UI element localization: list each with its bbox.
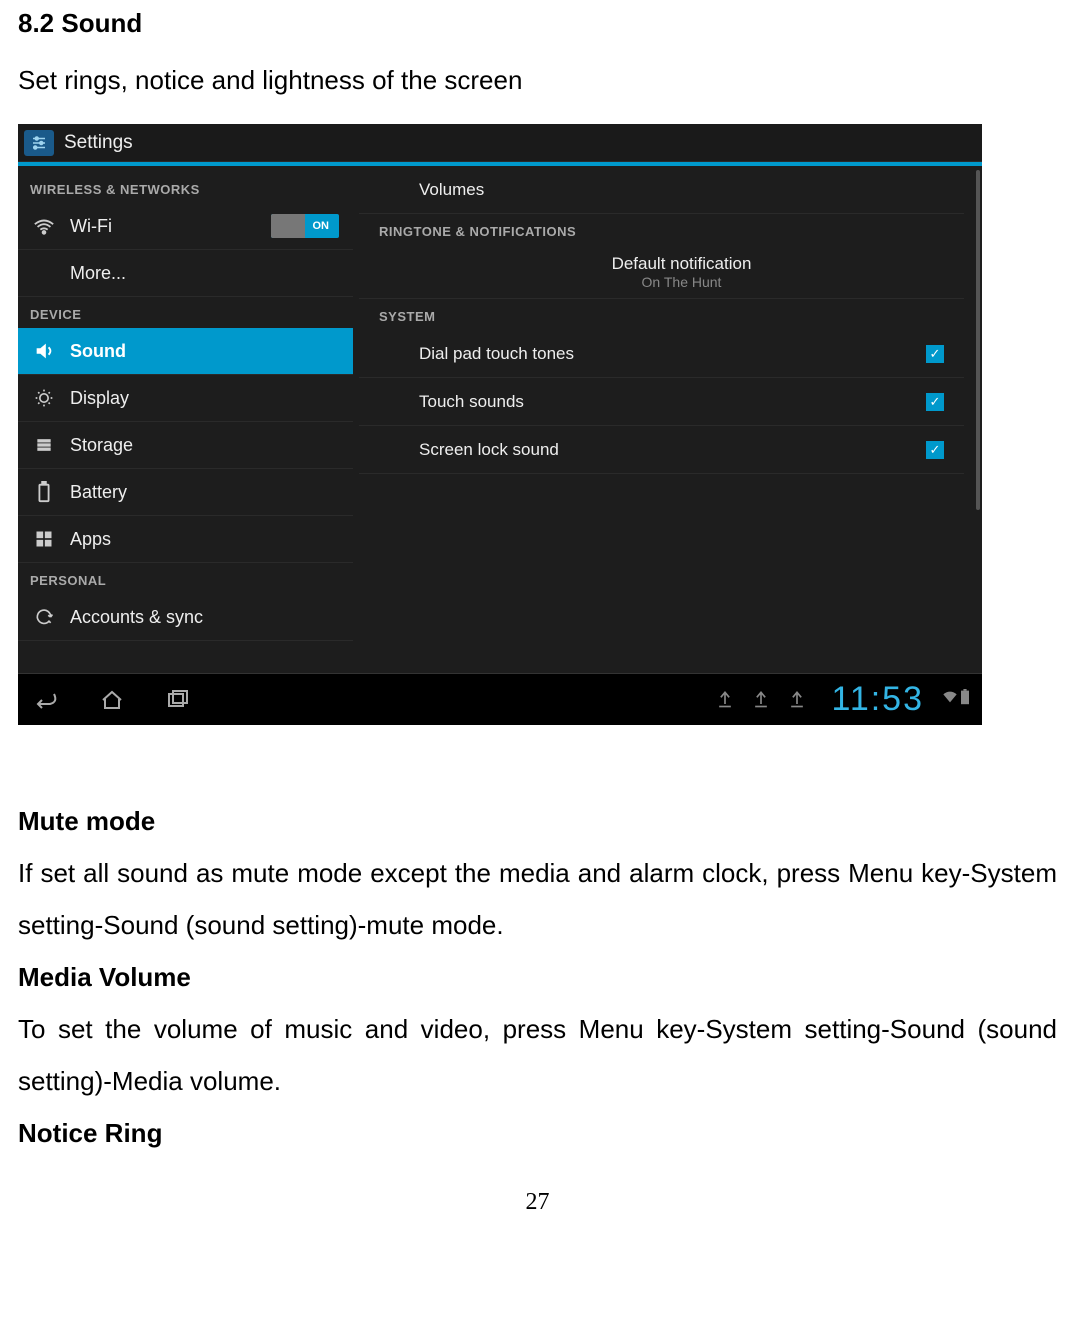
settings-screenshot: Settings WIRELESS & NETWORKS Wi-Fi ON Mo… bbox=[18, 124, 982, 725]
content-item-label: Screen lock sound bbox=[419, 440, 926, 460]
sidebar-item-label: Accounts & sync bbox=[70, 607, 353, 628]
recent-apps-button[interactable] bbox=[162, 684, 194, 716]
sidebar-item-label: Display bbox=[70, 388, 353, 409]
sidebar-item-more[interactable]: More... bbox=[18, 250, 353, 297]
mute-heading: Mute mode bbox=[18, 795, 1057, 847]
sidebar-item-battery[interactable]: Battery bbox=[18, 469, 353, 516]
checkbox-checked-icon[interactable]: ✓ bbox=[926, 441, 944, 459]
settings-sidebar: WIRELESS & NETWORKS Wi-Fi ON More... DEV… bbox=[18, 166, 353, 673]
sidebar-category-personal: PERSONAL bbox=[18, 563, 353, 594]
content-category-system: SYSTEM bbox=[353, 299, 982, 330]
settings-content: Volumes RINGTONE & NOTIFICATIONS Default… bbox=[353, 166, 982, 673]
wifi-status-icon bbox=[942, 689, 958, 710]
sound-icon bbox=[32, 339, 56, 363]
content-item-screenlock[interactable]: Screen lock sound ✓ bbox=[359, 426, 964, 474]
intro-text: Set rings, notice and lightness of the s… bbox=[18, 65, 1057, 96]
sidebar-item-label: More... bbox=[70, 263, 353, 284]
section-heading: 8.2 Sound bbox=[18, 8, 1057, 39]
notification-icon[interactable] bbox=[715, 689, 737, 711]
storage-icon bbox=[32, 433, 56, 457]
media-paragraph: To set the volume of music and video, pr… bbox=[18, 1003, 1057, 1107]
blank-icon bbox=[32, 261, 56, 285]
content-item-label: Dial pad touch tones bbox=[419, 344, 926, 364]
battery-status-icon bbox=[960, 689, 970, 710]
sidebar-item-label: Sound bbox=[70, 341, 353, 362]
wifi-icon bbox=[32, 214, 56, 238]
home-button[interactable] bbox=[96, 684, 128, 716]
notification-icon[interactable] bbox=[751, 689, 773, 711]
body-text: Mute mode If set all sound as mute mode … bbox=[18, 795, 1057, 1159]
content-item-label: Volumes bbox=[419, 180, 484, 200]
sidebar-item-storage[interactable]: Storage bbox=[18, 422, 353, 469]
sidebar-item-sound[interactable]: Sound bbox=[18, 328, 353, 375]
display-icon bbox=[32, 386, 56, 410]
settings-icon bbox=[24, 130, 54, 156]
content-item-label: Default notification bbox=[612, 254, 752, 274]
sidebar-item-label: Storage bbox=[70, 435, 353, 456]
page-number: 27 bbox=[18, 1189, 1057, 1216]
sidebar-item-label: Battery bbox=[70, 482, 353, 503]
content-category-ringtone: RINGTONE & NOTIFICATIONS bbox=[353, 214, 982, 245]
titlebar-label: Settings bbox=[64, 132, 133, 154]
back-button[interactable] bbox=[30, 684, 62, 716]
checkbox-checked-icon[interactable]: ✓ bbox=[926, 393, 944, 411]
notice-heading: Notice Ring bbox=[18, 1107, 1057, 1159]
content-item-volumes[interactable]: Volumes bbox=[359, 166, 964, 214]
media-heading: Media Volume bbox=[18, 951, 1057, 1003]
content-item-sublabel: On The Hunt bbox=[642, 274, 722, 290]
sidebar-item-accounts[interactable]: Accounts & sync bbox=[18, 594, 353, 641]
content-item-default-notification[interactable]: Default notification On The Hunt bbox=[359, 245, 964, 299]
content-item-dialpad[interactable]: Dial pad touch tones ✓ bbox=[359, 330, 964, 378]
content-item-touch[interactable]: Touch sounds ✓ bbox=[359, 378, 964, 426]
checkbox-checked-icon[interactable]: ✓ bbox=[926, 345, 944, 363]
sidebar-item-apps[interactable]: Apps bbox=[18, 516, 353, 563]
sidebar-item-wifi[interactable]: Wi-Fi ON bbox=[18, 203, 353, 250]
sidebar-item-label: Apps bbox=[70, 529, 353, 550]
wifi-toggle[interactable]: ON bbox=[271, 214, 339, 238]
sync-icon bbox=[32, 605, 56, 629]
mute-paragraph: If set all sound as mute mode except the… bbox=[18, 847, 1057, 951]
sidebar-item-display[interactable]: Display bbox=[18, 375, 353, 422]
apps-icon bbox=[32, 527, 56, 551]
sidebar-category-wireless: WIRELESS & NETWORKS bbox=[18, 172, 353, 203]
system-navbar: 11:53 bbox=[18, 673, 982, 725]
notification-icon[interactable] bbox=[787, 689, 809, 711]
sidebar-item-label: Wi-Fi bbox=[70, 216, 271, 237]
sidebar-category-device: DEVICE bbox=[18, 297, 353, 328]
battery-icon bbox=[32, 480, 56, 504]
scrollbar[interactable] bbox=[976, 170, 980, 510]
titlebar: Settings bbox=[18, 124, 982, 162]
status-clock: 11:53 bbox=[831, 680, 924, 719]
content-item-label: Touch sounds bbox=[419, 392, 926, 412]
